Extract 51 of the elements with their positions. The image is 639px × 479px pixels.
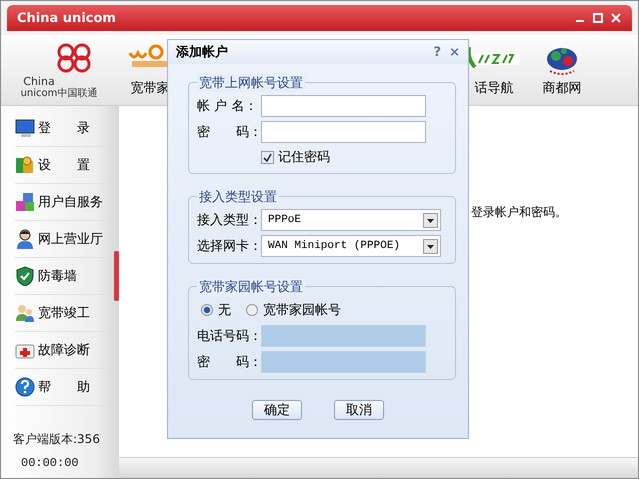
field-label: 电话号码：	[197, 328, 261, 345]
ok-button[interactable]: 确定	[252, 400, 302, 420]
window-title: China unicom	[17, 10, 116, 26]
shield-icon[interactable]	[15, 266, 35, 286]
radio-label[interactable]: 无	[218, 301, 231, 319]
cancel-button[interactable]: 取消	[334, 400, 384, 420]
users-icon[interactable]	[15, 303, 35, 323]
colored-cubes-icon[interactable]	[15, 192, 35, 212]
radio-label[interactable]: 宽带家园帐号	[263, 301, 341, 319]
field-label: 帐 户 名：	[197, 98, 258, 115]
timer-text: 00:00:00	[21, 456, 80, 470]
gear-blocks-icon[interactable]	[15, 155, 35, 175]
remember-checkbox[interactable]	[261, 150, 274, 164]
password-field[interactable]	[261, 121, 426, 143]
logo-text: unicom中国联通	[20, 88, 98, 100]
help-icon[interactable]	[15, 377, 35, 397]
close-icon[interactable]	[610, 12, 622, 24]
message-text: 登录帐户和密码。	[471, 204, 568, 221]
dialog-title: 添加帐户	[176, 44, 228, 61]
splitter-handle[interactable]	[114, 251, 119, 301]
close-button[interactable]: ×	[449, 44, 460, 60]
monitor-icon[interactable]	[15, 118, 35, 138]
sidebar-item[interactable]: 帮 助	[38, 378, 90, 396]
field-label: 密 码：	[197, 354, 261, 371]
sidebar-item[interactable]: 防毒墙	[38, 267, 77, 285]
checkbox-label[interactable]: 记住密码	[278, 148, 330, 166]
field-label: 接入类型：	[197, 212, 261, 229]
access-type-dropdown[interactable]: PPPoE	[261, 209, 441, 231]
group-title: 宽带上网帐号设置	[197, 74, 305, 92]
group-title: 宽带家园帐号设置	[197, 278, 305, 296]
radio-button[interactable]	[201, 304, 213, 316]
sidebar-item[interactable]: 网上营业厅	[38, 230, 103, 248]
maximize-icon[interactable]	[592, 12, 604, 24]
user-icon[interactable]	[15, 229, 35, 249]
sidebar-item[interactable]: 宽带竣工	[38, 304, 90, 322]
adapter-dropdown[interactable]: WAN Miniport (PPPOE)	[261, 235, 441, 257]
sidebar-item[interactable]: 故障诊断	[38, 341, 90, 359]
username-field[interactable]	[261, 95, 426, 117]
radio-button[interactable]	[246, 304, 258, 316]
checkmark-icon	[263, 152, 272, 162]
help-button[interactable]: ?	[434, 44, 442, 60]
logo-text: China	[23, 76, 55, 88]
field-label: 密 码：	[197, 124, 261, 141]
field-label: 选择网卡：	[197, 238, 261, 255]
toolbar-link[interactable]: 商都网	[542, 79, 582, 97]
sidebar-item[interactable]: 登 录	[38, 119, 90, 137]
sidebar-item[interactable]: 用户自服务	[38, 193, 103, 211]
group-title: 接入类型设置	[197, 188, 279, 206]
version-text: 客户端版本:356	[13, 431, 101, 448]
toolbar-link[interactable]: 话导航	[474, 79, 514, 97]
sidebar-item[interactable]: 设 置	[38, 156, 90, 174]
